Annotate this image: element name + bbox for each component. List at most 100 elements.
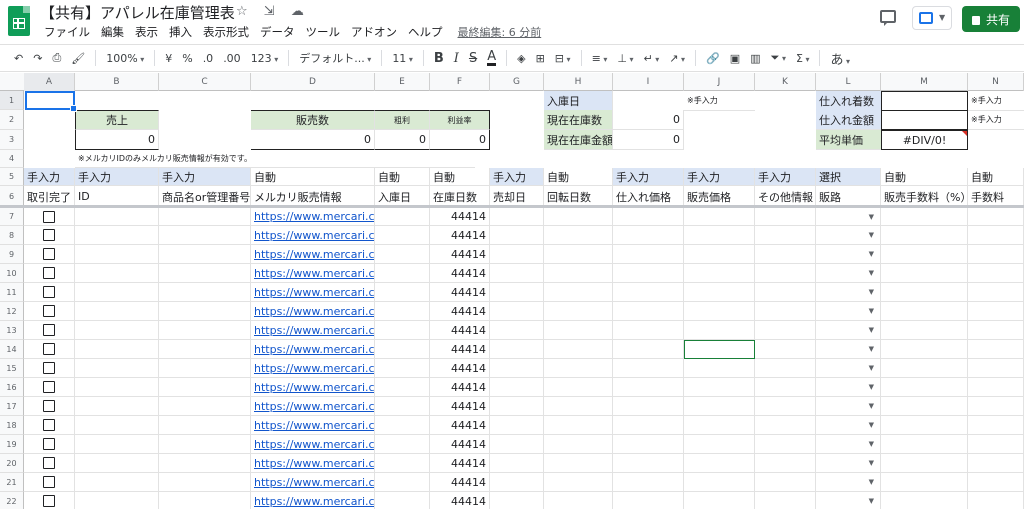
deal-complete-checkbox[interactable] — [43, 495, 55, 507]
data-cell-n16[interactable] — [968, 378, 1024, 397]
row5-type-j[interactable]: 手入力 — [684, 168, 755, 186]
data-cell-m21[interactable] — [881, 473, 968, 492]
data-cell-m13[interactable] — [881, 321, 968, 340]
deal-complete-checkbox[interactable] — [43, 476, 55, 488]
data-cell-e11[interactable] — [375, 283, 430, 302]
data-cell-b18[interactable] — [75, 416, 159, 435]
deal-complete-checkbox[interactable] — [43, 381, 55, 393]
cell-m2-purchase-amount-value[interactable] — [881, 110, 968, 130]
row5-type-c[interactable]: 手入力 — [159, 168, 251, 186]
data-cell-e8[interactable] — [375, 226, 430, 245]
data-cell-c16[interactable] — [159, 378, 251, 397]
cell-m3-avg-price-value[interactable]: #DIV/0! — [881, 130, 968, 150]
deal-complete-checkbox[interactable] — [43, 248, 55, 260]
cell-e2-gross-profit-label[interactable]: 粗利 — [375, 110, 430, 130]
checkbox-cell[interactable] — [24, 226, 75, 245]
checkbox-cell[interactable] — [24, 264, 75, 283]
data-cell-i14[interactable] — [613, 340, 684, 359]
data-cell-c11[interactable] — [159, 283, 251, 302]
data-cell-n7[interactable] — [968, 208, 1024, 226]
cell-f2-profit-rate-label[interactable]: 利益率 — [430, 110, 490, 130]
data-cell-e10[interactable] — [375, 264, 430, 283]
cell-h2-stock-count-label[interactable]: 現在在庫数 — [544, 110, 613, 130]
mercari-link[interactable]: https://www.mercari.com — [251, 302, 375, 321]
data-cell-j18[interactable] — [684, 416, 755, 435]
cell-j1-manual-note[interactable]: ※手入力 — [684, 91, 755, 111]
mercari-link[interactable]: https://www.mercari.com — [251, 492, 375, 509]
data-cell-j13[interactable] — [684, 321, 755, 340]
data-cell-c21[interactable] — [159, 473, 251, 492]
cell-f3-profit-rate-value[interactable]: 0 — [430, 130, 490, 150]
checkbox-cell[interactable] — [24, 340, 75, 359]
data-cell-e22[interactable] — [375, 492, 430, 509]
row5-type-k[interactable]: 手入力 — [755, 168, 816, 186]
data-cell-b22[interactable] — [75, 492, 159, 509]
deal-complete-checkbox[interactable] — [43, 267, 55, 279]
data-cell-c17[interactable] — [159, 397, 251, 416]
cell-l2-purchase-amount-label[interactable]: 仕入れ金額 — [816, 110, 882, 130]
data-cell-e20[interactable] — [375, 454, 430, 473]
data-cell-k9[interactable] — [755, 245, 816, 264]
mercari-link[interactable]: https://www.mercari.com — [251, 454, 375, 473]
cell-i2-stock-count-value[interactable]: 0 — [613, 110, 684, 130]
data-cell-b8[interactable] — [75, 226, 159, 245]
data-cell-i16[interactable] — [613, 378, 684, 397]
data-cell-j10[interactable] — [684, 264, 755, 283]
dropdown-arrow-icon[interactable]: ▼ — [869, 497, 874, 505]
data-cell-m14[interactable] — [881, 340, 968, 359]
data-cell-j22[interactable] — [684, 492, 755, 509]
cell-b2-sales-label[interactable]: 売上 — [75, 110, 159, 130]
data-cell-m8[interactable] — [881, 226, 968, 245]
data-cell-b20[interactable] — [75, 454, 159, 473]
row5-type-b[interactable]: 手入力 — [75, 168, 159, 186]
data-cell-n22[interactable] — [968, 492, 1024, 509]
data-cell-n15[interactable] — [968, 359, 1024, 378]
data-cell-h9[interactable] — [544, 245, 613, 264]
data-cell-e19[interactable] — [375, 435, 430, 454]
mercari-link[interactable]: https://www.mercari.com — [251, 226, 375, 245]
data-cell-c13[interactable] — [159, 321, 251, 340]
checkbox-cell[interactable] — [24, 416, 75, 435]
checkbox-cell[interactable] — [24, 473, 75, 492]
data-cell-b10[interactable] — [75, 264, 159, 283]
mercari-link[interactable]: https://www.mercari.com — [251, 340, 375, 359]
data-cell-c18[interactable] — [159, 416, 251, 435]
data-cell-h15[interactable] — [544, 359, 613, 378]
data-cell-b14[interactable] — [75, 340, 159, 359]
mercari-link[interactable]: https://www.mercari.com — [251, 378, 375, 397]
data-cell-e13[interactable] — [375, 321, 430, 340]
data-cell-m17[interactable] — [881, 397, 968, 416]
data-cell-g18[interactable] — [490, 416, 544, 435]
mercari-link[interactable]: https://www.mercari.com — [251, 397, 375, 416]
row5-type-h[interactable]: 自動 — [544, 168, 613, 186]
checkbox-cell[interactable] — [24, 283, 75, 302]
data-cell-b21[interactable] — [75, 473, 159, 492]
checkbox-cell[interactable] — [24, 435, 75, 454]
data-cell-b16[interactable] — [75, 378, 159, 397]
data-cell-i21[interactable] — [613, 473, 684, 492]
sales-channel-select[interactable]: ▼ — [816, 283, 881, 302]
dropdown-arrow-icon[interactable]: ▼ — [869, 213, 874, 221]
data-cell-i12[interactable] — [613, 302, 684, 321]
data-cell-k20[interactable] — [755, 454, 816, 473]
stock-days-cell[interactable]: 44414 — [430, 302, 490, 321]
data-cell-g14[interactable] — [490, 340, 544, 359]
data-cell-e12[interactable] — [375, 302, 430, 321]
data-cell-e17[interactable] — [375, 397, 430, 416]
sales-channel-select[interactable]: ▼ — [816, 378, 881, 397]
data-cell-m19[interactable] — [881, 435, 968, 454]
data-cell-j15[interactable] — [684, 359, 755, 378]
data-cell-k14[interactable] — [755, 340, 816, 359]
stock-days-cell[interactable]: 44414 — [430, 492, 490, 509]
data-cell-g15[interactable] — [490, 359, 544, 378]
dropdown-arrow-icon[interactable]: ▼ — [869, 231, 874, 239]
deal-complete-checkbox[interactable] — [43, 400, 55, 412]
checkbox-cell[interactable] — [24, 302, 75, 321]
data-cell-h7[interactable] — [544, 208, 613, 226]
data-cell-k18[interactable] — [755, 416, 816, 435]
stock-days-cell[interactable]: 44414 — [430, 340, 490, 359]
data-cell-g22[interactable] — [490, 492, 544, 509]
data-cell-e16[interactable] — [375, 378, 430, 397]
data-cell-b9[interactable] — [75, 245, 159, 264]
deal-complete-checkbox[interactable] — [43, 324, 55, 336]
